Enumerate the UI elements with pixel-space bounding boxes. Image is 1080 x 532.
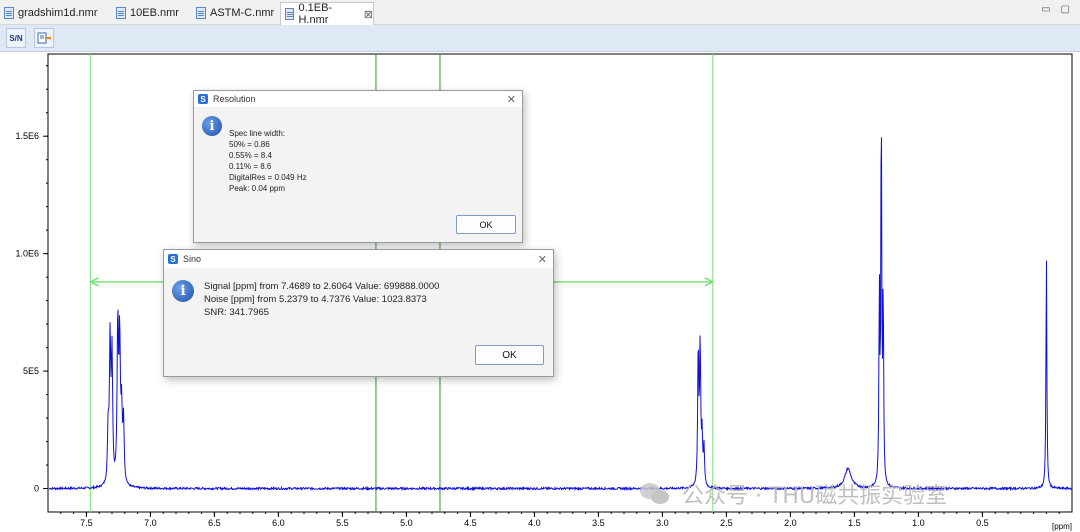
signal-line: Signal [ppm] from 7.4689 to 2.6064 Value… (204, 281, 440, 292)
y-tick-label: 0 (34, 484, 39, 494)
maximize-icon[interactable]: ▢ (1061, 4, 1070, 15)
x-tick-label: 2.0 (784, 518, 797, 528)
editor-tab-bar: gradshim1d.nmr 10EB.nmr ASTM-C.nmr 0.1EB… (0, 0, 1080, 26)
snr-message: Signal [ppm] from 7.4689 to 2.6064 Value… (204, 280, 439, 319)
x-tick-label: 6.0 (272, 518, 285, 528)
y-tick-label: 5E5 (23, 366, 39, 376)
x-axis-label: [ppm] (1052, 522, 1072, 531)
wechat-logo-icon (640, 481, 674, 507)
dialog-title: Sino (183, 254, 202, 264)
nmr-file-icon (285, 8, 295, 20)
tab-label: 0.1EB-H.nmr (298, 2, 333, 26)
snr-button[interactable]: S/N (6, 28, 26, 48)
tab-astm-c[interactable]: ASTM-C.nmr (192, 2, 278, 24)
resolution-message: Spec line width: 50% = 0.86 0.55% = 8.4 … (229, 128, 307, 194)
resolution-dialog: S Resolution ✕ i Spec line width: 50% = … (193, 90, 523, 243)
message-line: Peak: 0.04 ppm (229, 184, 286, 193)
minimize-icon[interactable]: ▭ (1041, 4, 1050, 15)
message-line: 0.55% = 8.4 (229, 151, 272, 160)
x-tick-label: 3.5 (592, 518, 605, 528)
message-line: 0.11% = 8.6 (229, 162, 272, 171)
export-button[interactable] (34, 28, 54, 48)
tab-label: ASTM-C.nmr (210, 7, 275, 19)
export-icon (37, 32, 51, 44)
x-tick-label: 5.5 (336, 518, 349, 528)
tab-label: 10EB.nmr (130, 7, 179, 19)
ok-button[interactable]: OK (456, 215, 516, 234)
x-tick-label: 0.5 (976, 518, 989, 528)
x-tick-label: 7.5 (80, 518, 93, 528)
x-tick-label: 4.5 (464, 518, 477, 528)
info-icon: i (172, 280, 194, 302)
app-logo-icon: S (198, 94, 208, 104)
nmr-file-icon (4, 7, 14, 19)
x-tick-label: 3.0 (656, 518, 669, 528)
x-tick-label: 1.5 (848, 518, 861, 528)
y-tick-label: 1.0E6 (15, 249, 39, 259)
dialog-titlebar[interactable]: S Resolution ✕ (194, 91, 522, 107)
dialog-title: Resolution (213, 94, 256, 104)
nmr-file-icon (116, 7, 126, 19)
window-buttons: ▭ ▢ (1041, 4, 1070, 15)
y-tick-label: 1.5E6 (15, 131, 39, 141)
x-tick-label: 6.5 (208, 518, 221, 528)
info-icon: i (202, 116, 222, 136)
watermark: 公众号 · THU磁共振实验室 (640, 478, 947, 510)
x-tick-label: 5.0 (400, 518, 413, 528)
tab-gradshim1d[interactable]: gradshim1d.nmr (0, 2, 110, 24)
sino-dialog: S Sino ✕ i Signal [ppm] from 7.4689 to 2… (163, 249, 554, 377)
nmr-file-icon (196, 7, 206, 19)
snr-line: SNR: 341.7965 (204, 307, 269, 318)
x-tick-label: 4.0 (528, 518, 541, 528)
x-tick-label: 1.0 (912, 518, 925, 528)
close-icon[interactable]: ✕ (538, 253, 547, 266)
x-tick-label: 2.5 (720, 518, 733, 528)
tab-10eb[interactable]: 10EB.nmr (112, 2, 190, 24)
close-icon[interactable]: ✕ (507, 93, 516, 106)
message-line: 50% = 0.86 (229, 140, 270, 149)
noise-line: Noise [ppm] from 5.2379 to 4.7376 Value:… (204, 294, 427, 305)
x-tick-label: 7.0 (144, 518, 157, 528)
tab-0-1eb-h[interactable]: 0.1EB-H.nmr ⊠ (280, 2, 374, 26)
watermark-text: 公众号 · THU磁共振实验室 (682, 484, 948, 509)
app-logo-icon: S (168, 254, 178, 264)
snr-icon: S/N (9, 33, 23, 43)
toolbar: S/N (0, 25, 1080, 52)
ok-button[interactable]: OK (475, 345, 544, 365)
message-line: Spec line width: (229, 129, 286, 138)
message-line: DigitalRes = 0.049 Hz (229, 173, 307, 182)
tab-label: gradshim1d.nmr (18, 7, 98, 19)
dialog-titlebar[interactable]: S Sino ✕ (164, 250, 553, 268)
close-tab-icon[interactable]: ⊠ (364, 8, 373, 21)
